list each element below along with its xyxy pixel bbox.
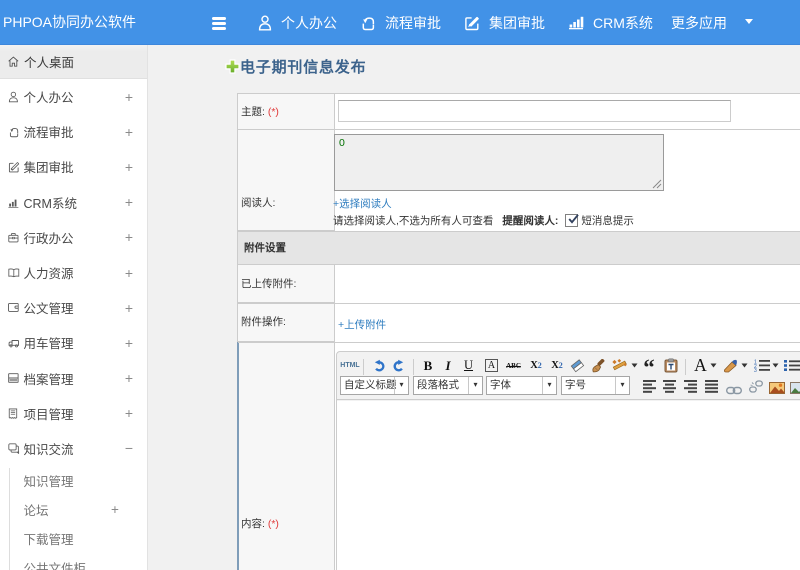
svg-text:3: 3 xyxy=(754,368,757,372)
